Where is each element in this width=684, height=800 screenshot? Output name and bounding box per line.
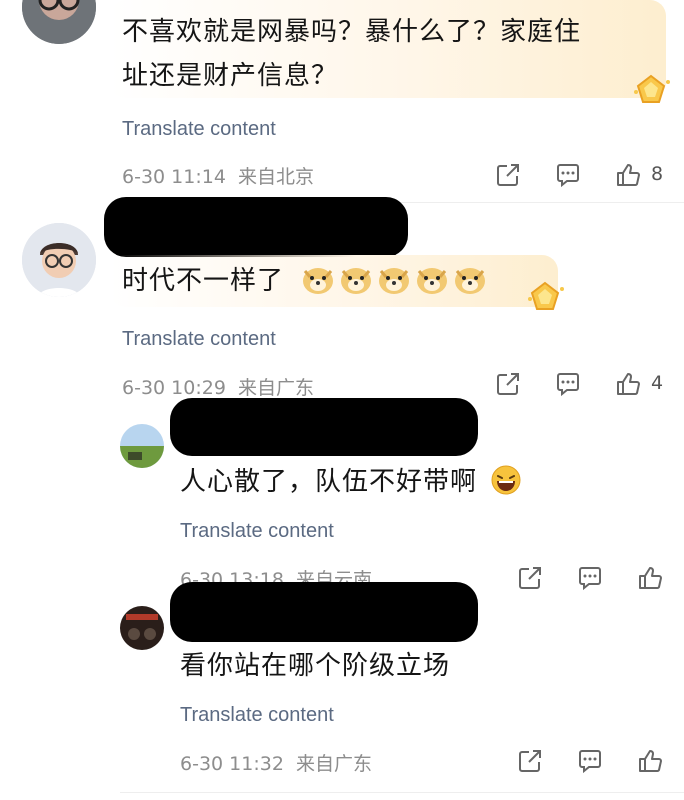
comment-text-line: 不喜欢就是网暴吗？暴什么了？家庭住 [122, 17, 582, 47]
translate-link[interactable]: Translate content [122, 118, 276, 141]
like-icon[interactable] [614, 370, 642, 398]
comment-text[interactable]: 看你站在哪个阶级立场 [180, 644, 620, 688]
like-count: 8 [651, 163, 664, 185]
vip-badge-icon [634, 74, 670, 103]
comment-date: 6-30 11:32 [180, 753, 284, 775]
doge-emoji-icon [303, 268, 334, 294]
comment-text-body: 时代不一样了 [122, 266, 285, 296]
avatar[interactable] [22, 0, 96, 44]
comment-meta: 6-30 10:29 来自广东 [122, 373, 314, 400]
translate-link[interactable]: Translate content [180, 704, 334, 727]
like-count: 4 [651, 372, 664, 394]
comment-3: 人心散了，队伍不好带啊 Translate content 6-30 13:18… [0, 398, 684, 591]
comment-meta: 6-30 11:32 来自广东 [180, 749, 372, 776]
comment-location: 来自广东 [295, 753, 372, 775]
share-icon[interactable] [516, 747, 544, 775]
translate-link[interactable]: Translate content [122, 328, 276, 351]
translate-link[interactable]: Translate content [180, 520, 334, 543]
comment-icon[interactable] [576, 747, 604, 775]
share-icon[interactable] [494, 370, 522, 398]
doge-emoji-icon [341, 268, 372, 294]
comment-meta: 6-30 11:14 来自北京 [122, 162, 314, 189]
comment-text[interactable]: 不喜欢就是网暴吗？暴什么了？家庭住 址还是财产信息？ [122, 10, 652, 98]
comment-text-body: 人心散了，队伍不好带啊 [180, 467, 478, 497]
comment-date: 6-30 10:29 [122, 377, 226, 399]
vip-badge-icon [528, 281, 564, 310]
comment-text-line: 址还是财产信息？ [122, 61, 339, 91]
like-icon[interactable] [636, 747, 664, 775]
emoji-group [297, 266, 487, 296]
comment-icon[interactable] [554, 370, 582, 398]
avatar[interactable] [22, 223, 96, 297]
username-redaction [170, 582, 478, 642]
doge-emoji-icon [455, 268, 486, 294]
comment-text[interactable]: 时代不一样了 [122, 259, 562, 303]
comment-location: 来自北京 [237, 166, 314, 188]
username-redaction [104, 197, 408, 257]
share-icon[interactable] [494, 161, 522, 189]
comment-text-body: 看你站在哪个阶级立场 [180, 651, 451, 681]
comment-4: 看你站在哪个阶级立场 Translate content 6-30 11:32 … [0, 582, 684, 800]
doge-emoji-icon [379, 268, 410, 294]
like-icon[interactable] [614, 161, 642, 189]
comment-2: 时代不一样了 Translate content 6-30 10:29 来自广东… [0, 195, 684, 399]
doge-emoji-icon [417, 268, 448, 294]
laughing-face-icon [491, 465, 521, 495]
divider [120, 792, 684, 793]
comment-date: 6-30 11:14 [122, 166, 226, 188]
comment-text[interactable]: 人心散了，队伍不好带啊 [180, 460, 620, 504]
comment-location: 来自广东 [237, 377, 314, 399]
avatar[interactable] [120, 606, 164, 650]
comment-1: 不喜欢就是网暴吗？暴什么了？家庭住 址还是财产信息？ Translate con… [0, 0, 684, 203]
avatar[interactable] [120, 424, 164, 468]
username-redaction [170, 398, 478, 456]
comment-icon[interactable] [554, 161, 582, 189]
